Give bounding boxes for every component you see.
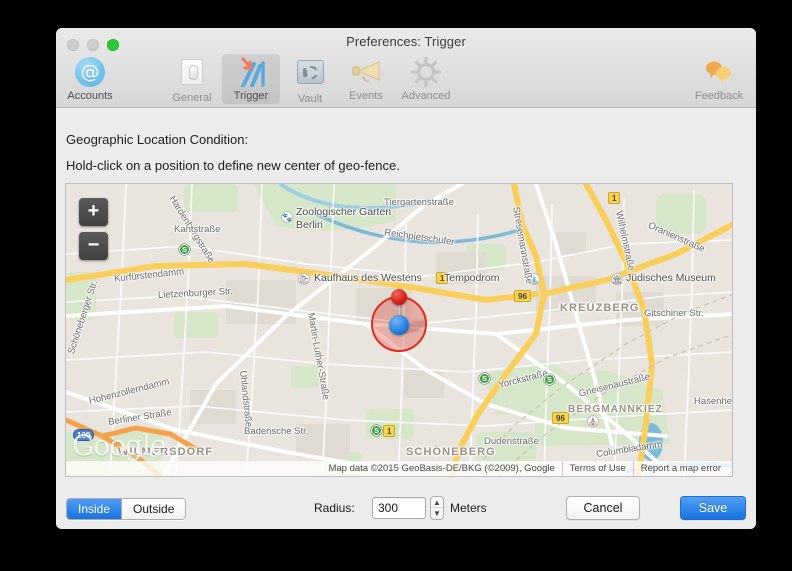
attribution-data: Map data ©2015 GeoBasis-DE/BKG (©2009), … — [328, 463, 555, 474]
toolbar-item-vault[interactable]: Vault — [281, 54, 339, 107]
window-titlebar: Preferences: Trigger @ Accounts General — [56, 28, 756, 108]
toolbar-item-feedback[interactable]: Feedback — [687, 54, 751, 104]
zoo-poi-icon: 🐾 — [281, 211, 293, 223]
toolbar-label-feedback: Feedback — [694, 90, 744, 102]
map-attribution: Map data ©2015 GeoBasis-DE/BKG (©2009), … — [66, 461, 732, 476]
inside-outside-segmented-control[interactable]: Inside Outside — [66, 498, 187, 520]
tempodrom-poi-icon: ⛲ — [528, 273, 540, 285]
section-title: Geographic Location Condition: — [66, 132, 249, 147]
zoom-out-button[interactable]: − — [79, 232, 108, 260]
map-zoom-controls: + − — [79, 198, 108, 266]
toolbar-item-general[interactable]: General — [163, 54, 221, 106]
report-map-error-link[interactable]: Report a map error — [632, 461, 728, 476]
toolbar-item-trigger[interactable]: Trigger — [222, 54, 280, 104]
radius-input[interactable]: 300 — [372, 497, 426, 519]
route-shield-96: 96 — [514, 290, 531, 302]
toolbar-label-advanced: Advanced — [401, 90, 451, 102]
save-button[interactable]: Save — [680, 496, 746, 520]
toolbar-label-vault: Vault — [297, 93, 323, 105]
stepper-up-icon[interactable]: ▲ — [431, 497, 443, 508]
map-view[interactable]: 🐾 🛍 ⛲ 🏛 ⛪ S S S S 1 1 96 96 1 100 Harden… — [65, 183, 733, 477]
segment-inside[interactable]: Inside — [67, 499, 122, 519]
sbahn-station-icon: S — [479, 373, 490, 384]
zoom-in-button[interactable]: + — [79, 198, 108, 226]
toolbar-item-advanced[interactable]: Advanced — [393, 54, 459, 104]
speech-bubbles-icon — [702, 57, 736, 87]
window-title: Preferences: Trigger — [346, 34, 466, 49]
cancel-button[interactable]: Cancel — [566, 496, 640, 520]
toolbar: @ Accounts General Trigger Vault Events … — [56, 52, 756, 107]
museum-poi-icon: 🏛 — [611, 273, 623, 285]
gear-icon — [409, 56, 443, 88]
geofence-center-dot[interactable] — [389, 315, 409, 335]
bottom-control-bar: Inside Outside Radius: 300 ▲ ▼ Meters Ca… — [56, 491, 756, 529]
screenshot-root: Preferences: Trigger @ Accounts General — [0, 0, 792, 571]
segment-outside[interactable]: Outside — [121, 499, 186, 519]
generic-poi-icon: ⛪ — [587, 415, 599, 427]
stepper-down-icon[interactable]: ▼ — [431, 508, 443, 519]
at-sign-icon: @ — [73, 57, 107, 87]
radius-stepper[interactable]: ▲ ▼ — [430, 496, 444, 520]
toolbar-label-general: General — [172, 92, 212, 104]
safe-icon — [293, 60, 327, 90]
megaphone-icon — [349, 57, 383, 87]
preferences-window: Preferences: Trigger @ Accounts General — [56, 28, 756, 529]
sbahn-station-icon: S — [371, 425, 382, 436]
route-shield-1c: 1 — [383, 425, 396, 437]
toolbar-item-events[interactable]: Events — [337, 54, 395, 104]
preferences-content: Geographic Location Condition: Hold-clic… — [56, 108, 756, 529]
sbahn-station-icon: S — [544, 374, 555, 385]
toggle-switch-icon — [175, 59, 209, 89]
toolbar-label-accounts: Accounts — [67, 90, 113, 102]
kadewe-poi-icon: 🛍 — [298, 273, 310, 285]
toolbar-item-accounts[interactable]: @ Accounts — [61, 54, 119, 104]
sbahn-station-icon: S — [179, 244, 190, 255]
google-watermark: Google — [72, 429, 167, 462]
trigger-arrow-icon — [234, 57, 268, 88]
instruction-text: Hold-click on a position to define new c… — [66, 158, 400, 173]
map-pin-head[interactable] — [391, 289, 407, 305]
units-label: Meters — [450, 501, 487, 515]
route-shield-1b: 1 — [436, 272, 449, 284]
toolbar-label-trigger: Trigger — [233, 90, 269, 102]
radius-label: Radius: — [314, 501, 355, 515]
route-shield-1: 1 — [608, 192, 621, 204]
toolbar-label-events: Events — [349, 90, 383, 102]
route-shield-96b: 96 — [552, 412, 569, 424]
terms-of-use-link[interactable]: Terms of Use — [561, 461, 633, 476]
